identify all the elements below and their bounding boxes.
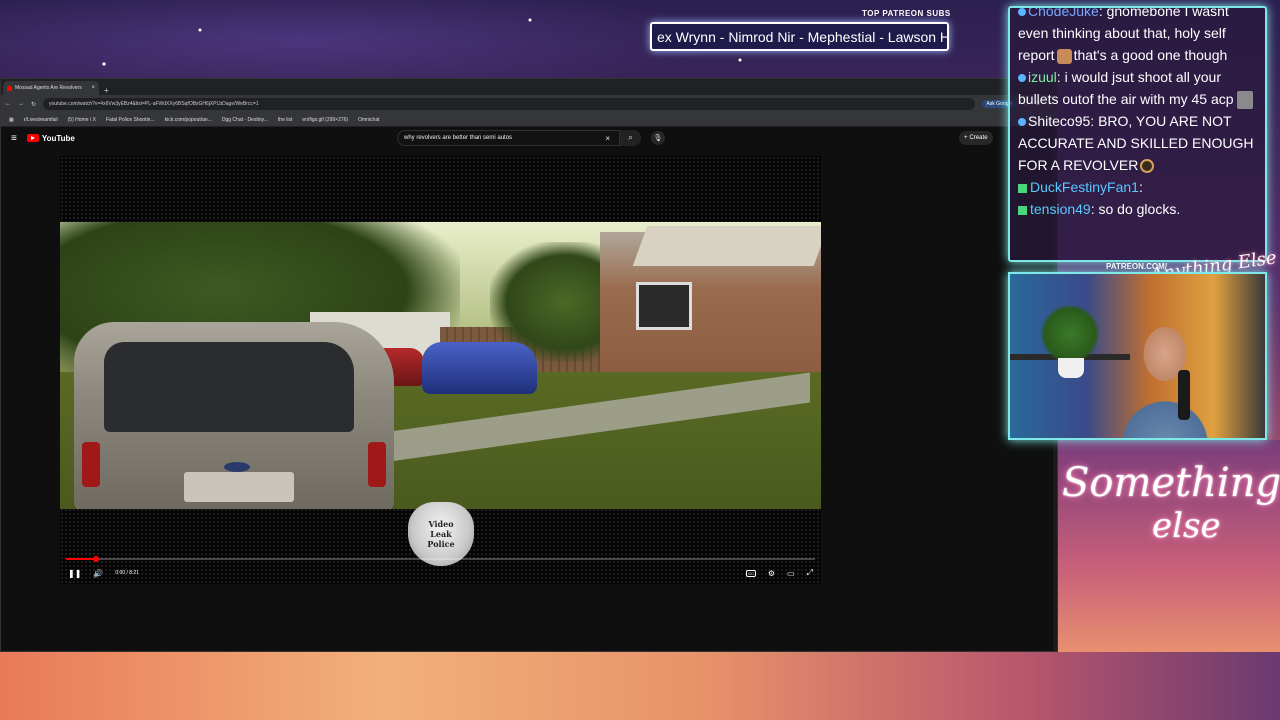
video-frame [60,222,821,509]
plus-icon: + [964,135,968,141]
chat-username: Shiteco95 [1028,113,1091,129]
blue-car [422,342,537,394]
bookmark-item[interactable]: en/figs.gif (299×276) [302,117,348,123]
new-tab-icon[interactable]: + [104,86,109,95]
clear-search-icon[interactable]: × [605,134,610,143]
browser-tab[interactable]: Mossad Agents Are Revolvers × [3,81,99,95]
van-emblem [224,462,250,472]
emote-icon [1056,48,1072,64]
progress-bar[interactable] [66,556,815,562]
license-plate [184,472,294,502]
brand-line-1: Something [1062,460,1280,506]
youtube-logo[interactable]: YouTube [26,133,75,143]
tab-strip: Mossad Agents Are Revolvers × + [1,79,1057,95]
video-player[interactable]: Video Leak Police ❚❚ 🔊 0:00 / 8:21 CC ⚙ … [60,156,821,584]
player-controls: ❚❚ 🔊 0:00 / 8:21 CC ⚙ ▭ ⤢ [60,564,821,582]
tab-title: Mossad Agents Are Revolvers [15,85,82,91]
close-tab-icon[interactable]: × [91,85,95,91]
chat-username: DuckFestinyFan1 [1030,179,1139,195]
progress-fill [66,558,96,560]
youtube-header: ≡ YouTube why revolvers are better than … [1,127,1057,149]
chat-message: izuul: i would jsut shoot all your bulle… [1018,66,1257,110]
emote-icon [1140,159,1155,174]
chat-message: tension49: so do glocks. [1018,198,1257,220]
chat-username: tension49 [1030,201,1091,217]
chat-message: ChodeJuke: gnomebone I wasnt even thinki… [1018,6,1257,66]
url-field[interactable]: youtube.com/watch?v=4x6Vw3yEBz4&list=PL-… [43,98,976,110]
chat-message: Shiteco95: BRO, YOU ARE NOT ACCURATE AND… [1018,113,1254,174]
webcam-feed [1008,272,1267,440]
settings-icon[interactable]: ⚙ [768,569,775,578]
badge-line: Police [427,539,455,549]
chat-text: so do glocks. [1098,201,1181,217]
browser-window: Mossad Agents Are Revolvers × + ← → ↻ yo… [0,78,1058,652]
bookmark-item[interactable]: the list [278,117,292,123]
patreon-subs-ticker: ex Wrynn - Nimrod Nir - Mephestial - Law… [650,22,949,51]
search-input[interactable]: why revolvers are better than semi autos… [397,130,641,146]
bookmark-item[interactable]: Fatal Police Shootin... [106,117,155,123]
kick-badge-icon [1018,205,1027,215]
streamer [1120,314,1210,438]
chat-text: that's a good one though [1073,47,1228,63]
youtube-favicon-icon [7,85,12,91]
microphone [1178,370,1190,420]
chat-panel: ChodeJuke: gnomebone I wasnt even thinki… [1008,6,1267,262]
miniplayer-icon[interactable]: ▭ [787,569,795,578]
chat-username: izuul [1028,69,1057,85]
volume-icon[interactable]: 🔊 [93,569,103,578]
minivan [74,322,394,509]
chat-message: DuckFestinyFan1: [1018,176,1257,198]
patreon-title: TOP PATREON SUBS [862,9,951,18]
reload-icon[interactable]: ↻ [31,101,36,108]
roof [632,226,821,266]
progress-knob[interactable] [92,556,99,562]
youtube-play-icon [26,134,39,142]
create-label: Create [969,135,988,141]
window [636,282,692,330]
plant [1040,304,1100,364]
captions-icon[interactable]: CC [746,569,756,577]
bookmark-item[interactable]: Omnichat [358,117,379,123]
bookmark-item[interactable]: kick.com/popout/an... [165,117,212,123]
microphone-icon: 🎙 [653,135,663,142]
bookmark-item[interactable]: (5) Home / X [68,117,96,123]
back-icon[interactable]: ← [5,101,11,107]
tail-light [82,442,100,487]
youtube-logo-text: YouTube [41,133,75,143]
player-controls-right: CC ⚙ ▭ ⤢ [746,568,813,578]
bookmarks-bar: ▦ r/Livestreamfail (5) Home / X Fatal Po… [1,113,1057,127]
badge-line: Leak [430,529,452,539]
user-badge-icon [1018,118,1026,127]
forward-icon[interactable]: → [18,101,24,107]
search-query: why revolvers are better than semi autos [404,135,513,141]
user-badge-icon [1018,74,1026,83]
brand-line-2: else [1152,506,1221,546]
tail-light [368,442,386,487]
brand-logo: Something else [1062,440,1280,550]
avatar [1237,91,1254,110]
time-display: 0:00 / 8:21 [115,570,140,576]
badge-line: Video [428,519,454,529]
hamburger-menu-icon[interactable]: ≡ [11,133,17,144]
van-rear-window [104,342,354,432]
fullscreen-icon[interactable]: ⤢ [807,568,813,578]
search-button[interactable]: ⌕ [619,130,641,146]
plant-pot [1058,358,1084,378]
apps-icon[interactable]: ▦ [9,117,14,123]
bookmark-item[interactable]: Dgg Chat - Destiny... [222,117,268,123]
pause-icon[interactable]: ❚❚ [68,569,81,578]
bookmark-item[interactable]: r/Livestreamfail [24,117,58,123]
search-icon: ⌕ [628,133,633,142]
user-badge-icon [1018,8,1026,17]
background-bottom-art [0,652,1280,720]
kick-badge-icon [1018,183,1027,193]
create-button[interactable]: + Create [959,131,993,145]
address-bar-row: ← → ↻ youtube.com/watch?v=4x6Vw3yEBz4&li… [1,95,1057,113]
video-leak-police-logo: Video Leak Police [408,502,474,566]
voice-search-button[interactable]: 🎙 [651,131,665,145]
chat-username: ChodeJuke [1028,6,1099,19]
